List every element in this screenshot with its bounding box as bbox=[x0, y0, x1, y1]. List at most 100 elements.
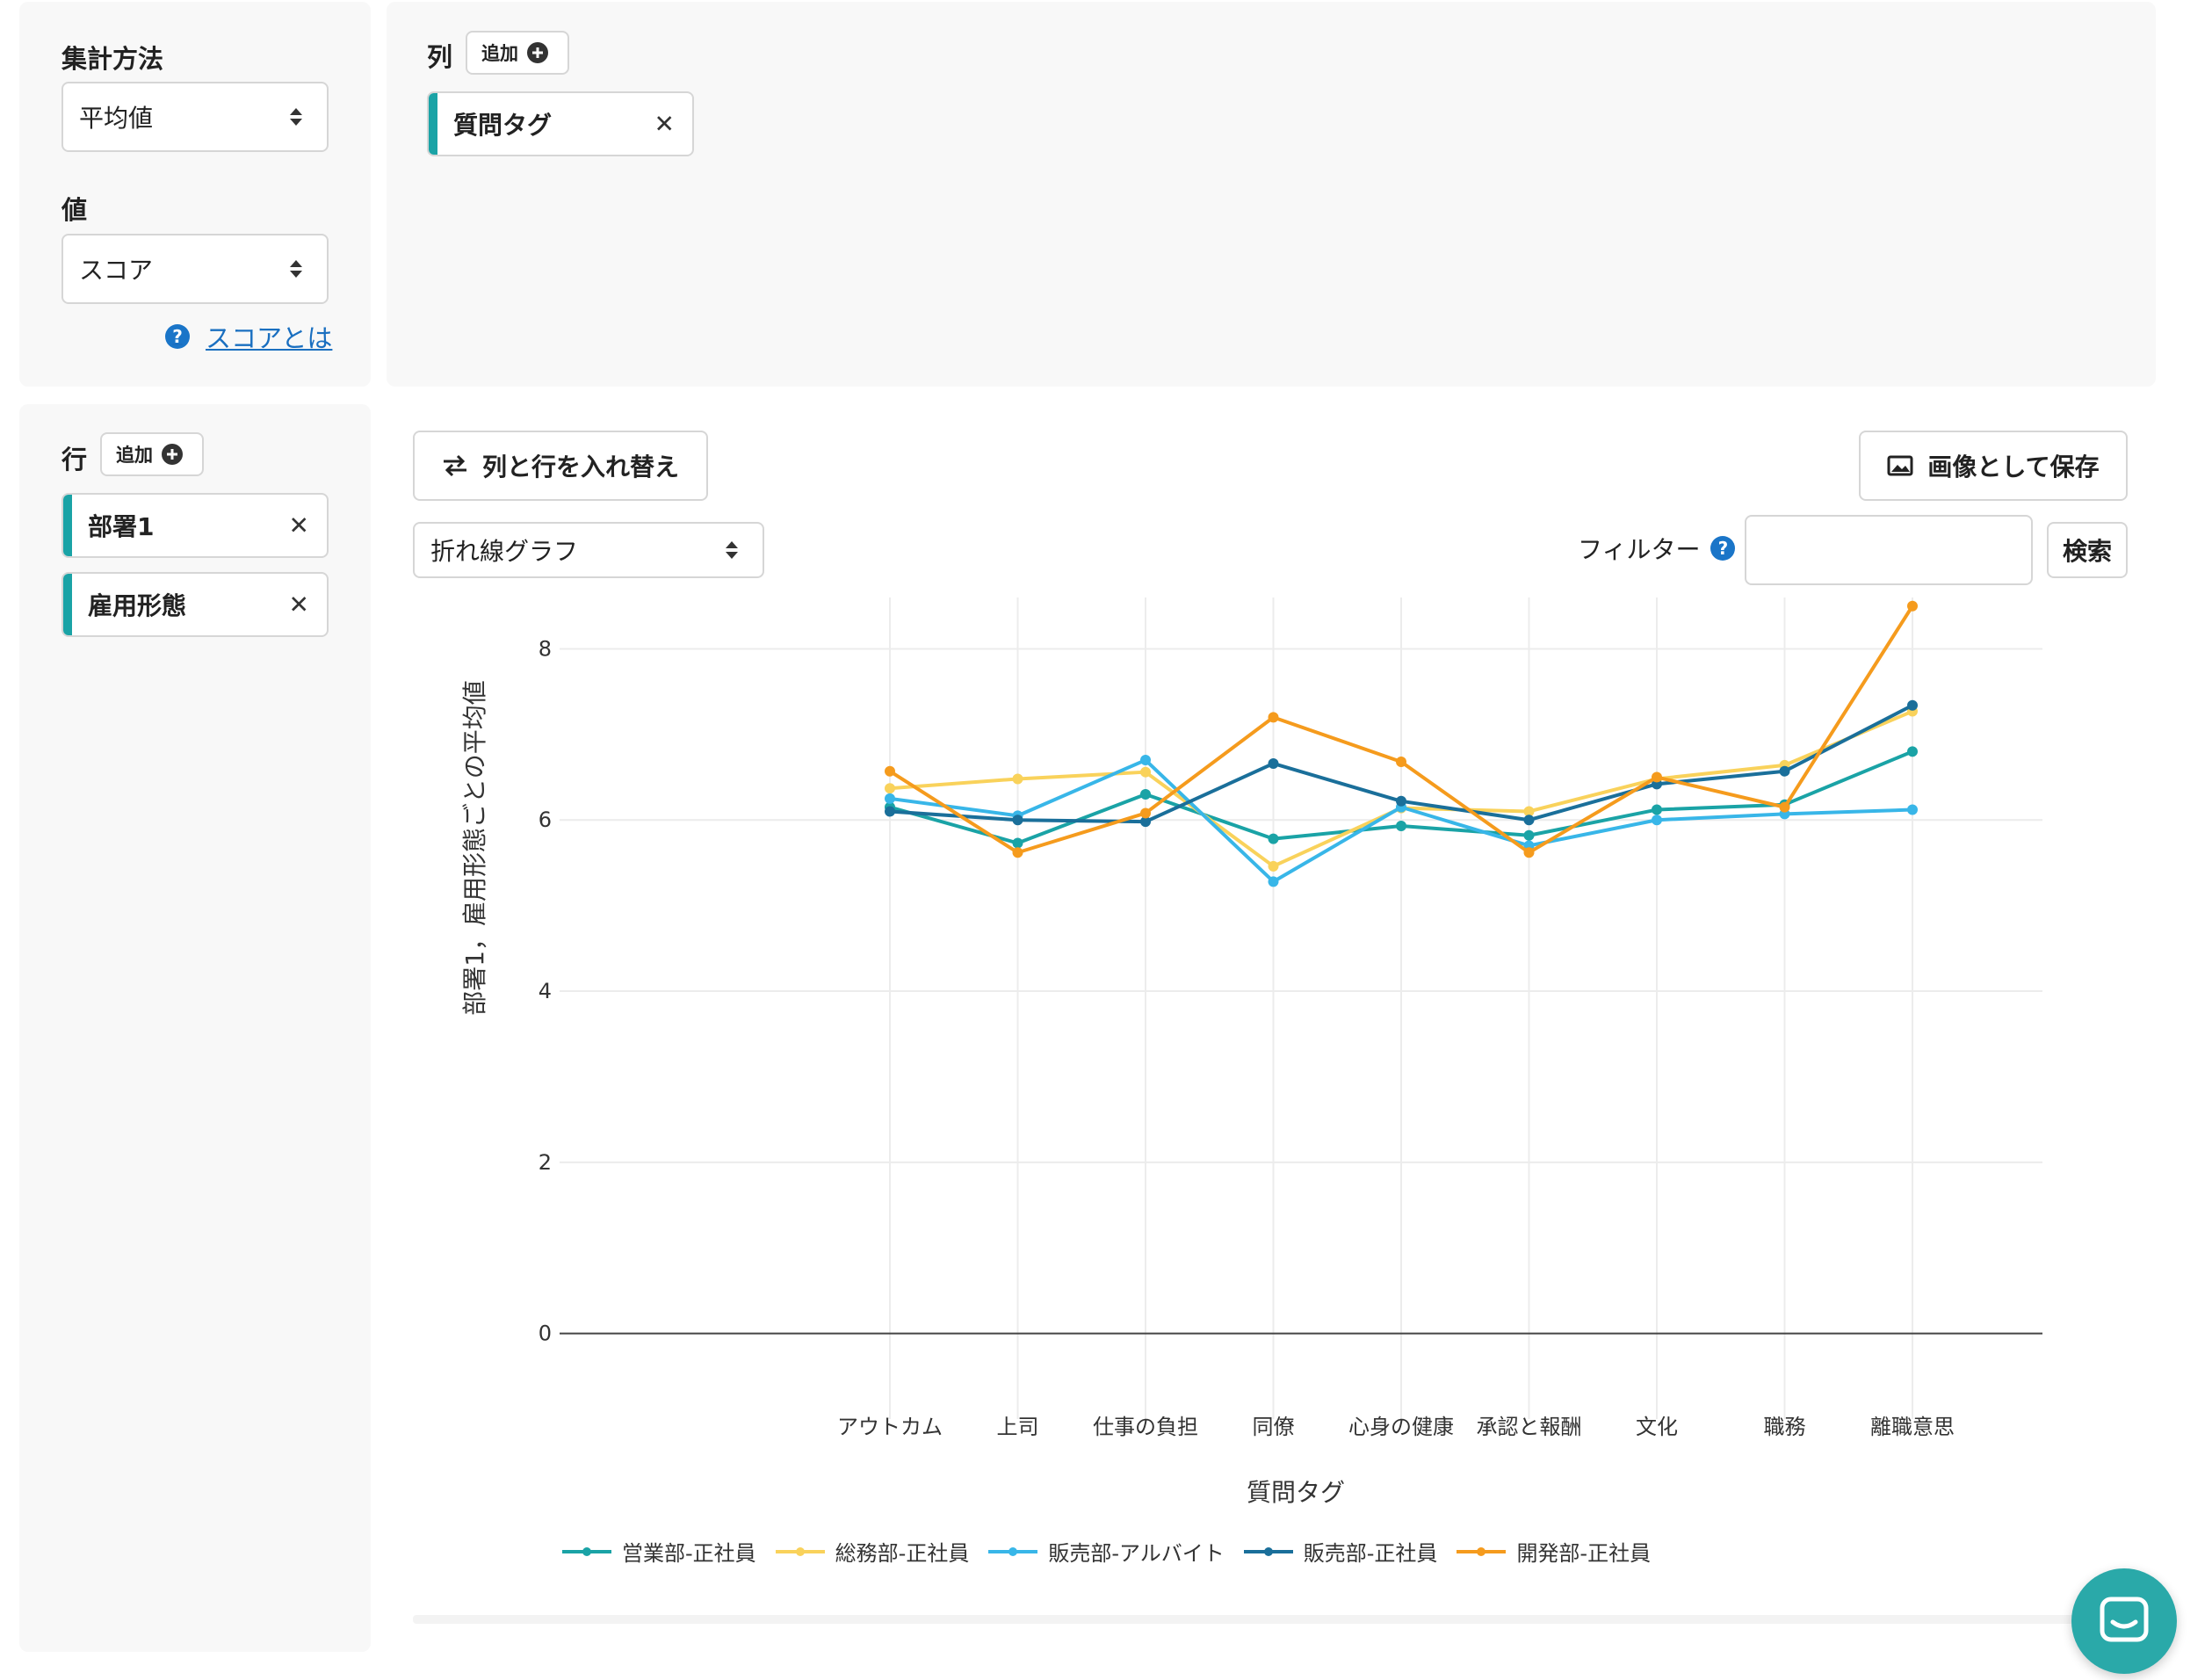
data-point bbox=[885, 783, 895, 794]
data-point bbox=[1012, 837, 1023, 849]
y-tick-label: 6 bbox=[539, 807, 552, 832]
legend-label: 販売部-アルバイト bbox=[1048, 1541, 1225, 1566]
column-chip-label: 質問タグ bbox=[453, 111, 553, 140]
sort-arrows-icon bbox=[290, 108, 302, 126]
columns-panel bbox=[387, 2, 2156, 387]
data-point bbox=[1140, 789, 1151, 800]
question-circle-icon[interactable]: ? bbox=[1710, 536, 1736, 561]
legend-label: 販売部-正社員 bbox=[1303, 1541, 1438, 1566]
add-row-button[interactable]: 追加 bbox=[100, 432, 204, 476]
aggregation-method-value: 平均値 bbox=[79, 104, 154, 133]
save-image-button[interactable]: 画像として保存 bbox=[1859, 431, 2128, 501]
swap-rows-columns-button[interactable]: 列と行を入れ替え bbox=[413, 431, 708, 501]
aggregation-method-label: 集計方法 bbox=[61, 44, 164, 74]
add-row-button-label: 追加 bbox=[116, 445, 153, 466]
score-help-link[interactable]: ? スコアとは bbox=[165, 318, 332, 355]
y-tick-label: 8 bbox=[539, 636, 552, 661]
x-tick-label: 文化 bbox=[1636, 1415, 1678, 1439]
filter-input[interactable] bbox=[1745, 515, 2033, 585]
chart-legend: 営業部-正社員 総務部-正社員 販売部-アルバイト 販売部-正社員 開発部-正社員 bbox=[562, 1536, 1651, 1567]
x-tick-label: 同僚 bbox=[1253, 1415, 1295, 1439]
y-tick-label: 2 bbox=[539, 1150, 552, 1175]
data-point bbox=[1140, 755, 1151, 766]
legend-swatch bbox=[988, 1549, 1038, 1553]
x-tick-label: 承認と報酬 bbox=[1477, 1415, 1582, 1439]
data-point bbox=[1012, 773, 1023, 785]
value-select[interactable]: スコア bbox=[61, 234, 329, 304]
columns-label: 列 bbox=[427, 42, 453, 72]
close-icon[interactable]: ✕ bbox=[654, 110, 675, 139]
data-point bbox=[1907, 600, 1918, 612]
aggregation-method-select[interactable]: 平均値 bbox=[61, 82, 329, 152]
data-point bbox=[1523, 815, 1535, 826]
value-label: 値 bbox=[61, 195, 88, 225]
data-point bbox=[885, 793, 895, 804]
data-point bbox=[1652, 815, 1662, 826]
legend-item[interactable]: 営業部-正社員 bbox=[562, 1536, 756, 1567]
data-point bbox=[1523, 829, 1535, 841]
save-image-button-label: 画像として保存 bbox=[1927, 453, 2100, 482]
close-icon[interactable]: ✕ bbox=[289, 511, 309, 540]
filter-label-text: フィルター bbox=[1578, 535, 1701, 564]
legend-item[interactable]: 開発部-正社員 bbox=[1457, 1536, 1651, 1567]
line-chart: 0 2 4 6 8 アウトカム 上司 仕事の負担 同僚 心身の健康 承認と報酬 文化 職務 離職意思質問タ… bbox=[460, 597, 2042, 1507]
search-button[interactable]: 検索 bbox=[2047, 522, 2128, 578]
chat-button[interactable] bbox=[2071, 1568, 2177, 1674]
data-point bbox=[1268, 860, 1279, 872]
legend-label: 営業部-正社員 bbox=[622, 1541, 756, 1566]
swap-button-label: 列と行を入れ替え bbox=[481, 453, 679, 482]
chat-icon bbox=[2100, 1597, 2149, 1642]
data-point bbox=[885, 806, 895, 817]
data-point bbox=[1140, 807, 1151, 819]
chart-type-value: 折れ線グラフ bbox=[430, 537, 579, 566]
chart-type-select[interactable]: 折れ線グラフ bbox=[413, 522, 764, 578]
data-point bbox=[1268, 833, 1279, 844]
filter-label: フィルター ? bbox=[1578, 531, 1736, 566]
row-chip-label: 部署1 bbox=[88, 512, 155, 541]
plus-circle-icon bbox=[527, 42, 548, 63]
column-chip: 質問タグ ✕ bbox=[427, 91, 694, 156]
legend-label: 総務部-正社員 bbox=[835, 1541, 970, 1566]
data-point bbox=[1396, 821, 1406, 832]
legend-item[interactable]: 総務部-正社員 bbox=[775, 1536, 970, 1567]
legend-swatch bbox=[1457, 1549, 1507, 1553]
score-help-link-text: スコアとは bbox=[206, 323, 333, 353]
legend-swatch bbox=[562, 1549, 611, 1553]
search-button-label: 検索 bbox=[2062, 537, 2112, 566]
sort-arrows-icon bbox=[290, 260, 302, 278]
add-column-button-label: 追加 bbox=[481, 43, 518, 64]
data-point bbox=[1012, 815, 1023, 826]
legend-label: 開発部-正社員 bbox=[1516, 1541, 1652, 1566]
swap-arrows-icon bbox=[443, 454, 466, 477]
data-point bbox=[1907, 804, 1918, 815]
data-point bbox=[1396, 795, 1406, 807]
data-point bbox=[1268, 876, 1279, 887]
question-circle-icon: ? bbox=[165, 324, 190, 349]
x-tick-label: 心身の健康 bbox=[1348, 1415, 1454, 1439]
data-point bbox=[885, 765, 895, 777]
data-point bbox=[1523, 847, 1535, 858]
data-point bbox=[1396, 757, 1406, 767]
add-column-button[interactable]: 追加 bbox=[466, 31, 569, 75]
x-axis-title: 質問タグ bbox=[1247, 1478, 1345, 1507]
data-point bbox=[1652, 771, 1662, 783]
row-chip: 雇用形態 ✕ bbox=[61, 572, 329, 637]
legend-item[interactable]: 販売部-正社員 bbox=[1243, 1536, 1438, 1567]
y-axis-title: 部署1，雇用形態ごとの平均値 bbox=[460, 680, 489, 1016]
x-tick-label: 離職意思 bbox=[1870, 1415, 1955, 1439]
chart-scrollbar bbox=[413, 1615, 2126, 1624]
rows-label: 行 bbox=[61, 445, 88, 474]
legend-swatch bbox=[775, 1549, 825, 1553]
legend-swatch bbox=[1243, 1549, 1293, 1553]
legend-item[interactable]: 販売部-アルバイト bbox=[988, 1536, 1225, 1567]
data-point bbox=[1652, 804, 1662, 815]
y-tick-label: 4 bbox=[539, 979, 552, 1003]
sort-arrows-icon bbox=[726, 541, 738, 559]
plus-circle-icon bbox=[162, 444, 183, 465]
value-select-value: スコア bbox=[79, 256, 154, 285]
data-point bbox=[1907, 746, 1918, 757]
close-icon[interactable]: ✕ bbox=[289, 590, 309, 619]
data-point bbox=[1012, 847, 1023, 858]
data-point bbox=[1140, 766, 1151, 778]
data-point bbox=[1268, 757, 1279, 769]
